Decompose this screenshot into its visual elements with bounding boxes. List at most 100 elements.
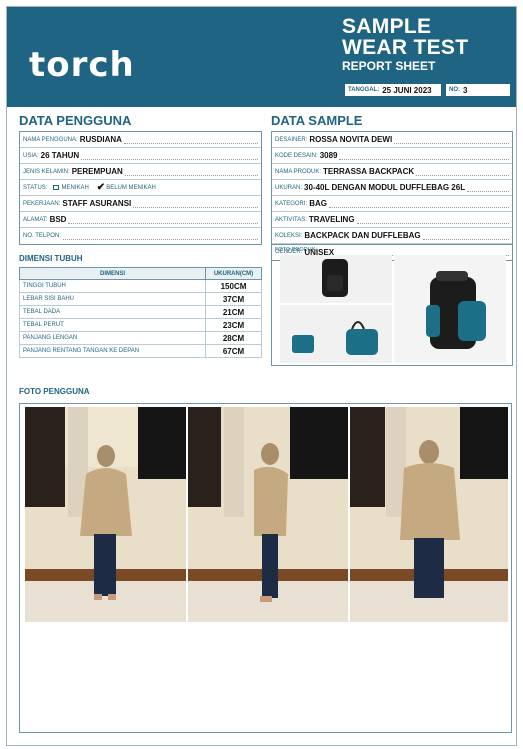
- field-value: PEREMPUAN: [71, 167, 123, 176]
- field-activity: AKTIVITAS: TRAVELING: [272, 212, 512, 228]
- dotted-line: [123, 136, 258, 144]
- table-row: PANJANG LENGAN 28CM: [19, 331, 262, 345]
- dotted-line: [339, 152, 509, 160]
- table-row: TEBAL DADA 21CM: [19, 305, 262, 319]
- field-occupation: PEKERJAAN: STAFF ASURANSI: [20, 196, 261, 212]
- field-label: NO. TELPON:: [23, 233, 61, 239]
- field-collection: KOLEKSI: BACKPACK DAN DUFFLEBAG: [272, 228, 512, 244]
- sample-fields: DESAINER: ROSSA NOVITA DEWI KODE DESAIN: 3…: [271, 131, 513, 261]
- row-value: 21CM: [205, 305, 262, 319]
- product-photo-area: FOTO PRODUK:: [271, 244, 513, 366]
- field-label: KOLEKSI:: [275, 232, 303, 239]
- row-value: 23CM: [205, 318, 262, 332]
- number-value: 3: [463, 85, 468, 95]
- backpack-image-small: [322, 259, 348, 297]
- dotted-line: [329, 200, 509, 208]
- user-photos: [25, 407, 508, 622]
- user-photo-front: [25, 407, 186, 622]
- user-fields: NAMA PENGGUNA: RUSDIANA USIA: 26 TAHUN JEN…: [19, 131, 262, 245]
- title-line-sample: SAMPLE: [342, 15, 432, 38]
- user-photo-frame: [19, 403, 512, 733]
- table-row: LEBAR SISI BAHU 37CM: [19, 292, 262, 306]
- report-title: SAMPLE WEAR TEST REPORT SHEET: [342, 16, 468, 74]
- field-age: USIA: 26 TAHUN: [20, 148, 261, 164]
- field-label: UKURAN:: [275, 184, 303, 191]
- field-value: 3089: [319, 151, 338, 160]
- table-row: PANJANG RENTANG TANGAN KE DEPAN 67CM: [19, 344, 262, 358]
- title-line-wear-test: WEAR TEST: [342, 36, 469, 59]
- field-status: STATUS: MENIKAH ✔ BELUM MENIKAH: [20, 180, 261, 196]
- number-label: NO:: [449, 87, 460, 93]
- dotted-line: [133, 200, 258, 208]
- user-photo-back: [350, 407, 508, 622]
- row-label: TEBAL PERUT: [19, 318, 206, 332]
- field-value: 30-40L DENGAN MODUL DUFFLEBAG 26L: [304, 183, 466, 192]
- field-address: ALAMAT: BSD: [20, 212, 261, 228]
- dotted-line: [62, 232, 258, 240]
- field-label: USIA:: [23, 152, 39, 159]
- dufflebag-image-small: [292, 335, 314, 353]
- checkbox-married: [53, 185, 60, 190]
- field-label: PEKERJAAN:: [23, 200, 61, 207]
- sample-section-title: DATA SAMPLE: [271, 113, 363, 128]
- title-line-report-sheet: REPORT SHEET: [342, 59, 436, 73]
- row-value: 67CM: [205, 344, 262, 358]
- dotted-line: [394, 136, 509, 144]
- field-value: BAG: [309, 199, 328, 208]
- field-design-code: KODE DESAIN: 3089: [272, 148, 512, 164]
- dotted-line: [81, 152, 258, 160]
- col-dimension: DIMENSI: [19, 267, 206, 280]
- field-value: RUSDIANA: [79, 135, 122, 144]
- field-label: KATEGORI:: [275, 200, 308, 207]
- col-size: UKURAN(CM): [205, 267, 262, 280]
- table-header-row: DIMENSI UKURAN(CM): [19, 267, 262, 280]
- row-label: PANJANG RENTANG TANGAN KE DEPAN: [19, 344, 206, 358]
- field-value: TRAVELING: [308, 215, 355, 224]
- field-designer: DESAINER: ROSSA NOVITA DEWI: [272, 132, 512, 148]
- row-value: 150CM: [205, 279, 262, 293]
- field-value: ROSSA NOVITA DEWI: [309, 135, 393, 144]
- field-label: ALAMAT:: [23, 216, 48, 223]
- field-value: TERRASSA BACKPACK: [323, 167, 415, 176]
- dotted-line: [124, 168, 258, 176]
- table-row: TINGGI TUBUH 150CM: [19, 279, 262, 293]
- product-photos: [280, 255, 506, 363]
- dotted-line: [68, 216, 258, 224]
- product-photo-label: FOTO PRODUK:: [275, 247, 317, 253]
- dimensions-table: DIMENSI UKURAN(CM) TINGGI TUBUH 150CM LEB…: [19, 267, 262, 358]
- field-phone: NO. TELPON:: [20, 228, 261, 244]
- field-label: AKTIVITAS:: [275, 216, 307, 223]
- field-label: NAMA PENGGUNA:: [23, 136, 78, 143]
- field-user-name: NAMA PENGGUNA: RUSDIANA: [20, 132, 261, 148]
- status-married-label: MENIKAH: [61, 184, 89, 191]
- user-photos-title: FOTO PENGGUNA: [19, 387, 90, 396]
- user-photo-side: [188, 407, 348, 622]
- field-product-name: NAMA PRODUK: TERRASSA BACKPACK: [272, 164, 512, 180]
- dotted-line: [416, 168, 509, 176]
- row-value: 28CM: [205, 331, 262, 345]
- field-label: DESAINER:: [275, 136, 308, 143]
- status-single-label: BELUM MENIKAH: [106, 184, 156, 191]
- field-value: STAFF ASURANSI: [62, 199, 132, 208]
- date-field: TANGGAL: 25 JUNI 2023: [345, 84, 441, 96]
- user-section-title: DATA PENGGUNA: [19, 113, 132, 128]
- field-value: BSD: [49, 215, 67, 224]
- field-gender: JENIS KELAMIN: PEREMPUAN: [20, 164, 261, 180]
- number-field: NO: 3: [446, 84, 510, 96]
- field-label: JENIS KELAMIN:: [23, 168, 70, 175]
- date-value: 25 JUNI 2023: [382, 85, 432, 95]
- check-icon: ✔: [96, 182, 106, 193]
- torch-logo: torch: [29, 45, 135, 85]
- field-label: STATUS:: [23, 184, 48, 191]
- field-value: BACKPACK DAN DUFFLEBAG: [304, 231, 421, 240]
- table-row: TEBAL PERUT 23CM: [19, 318, 262, 332]
- field-size: UKURAN: 30-40L DENGAN MODUL DUFFLEBAG 26L: [272, 180, 512, 196]
- dotted-line: [422, 232, 509, 240]
- row-value: 37CM: [205, 292, 262, 306]
- dotted-line: [356, 216, 509, 224]
- dimensions-title: DIMENSI TUBUH: [19, 254, 83, 263]
- meta-row: TANGGAL: 25 JUNI 2023 NO: 3: [345, 84, 510, 96]
- date-label: TANGGAL:: [348, 87, 380, 93]
- row-label: TINGGI TUBUH: [19, 279, 206, 293]
- dotted-line: [467, 184, 509, 192]
